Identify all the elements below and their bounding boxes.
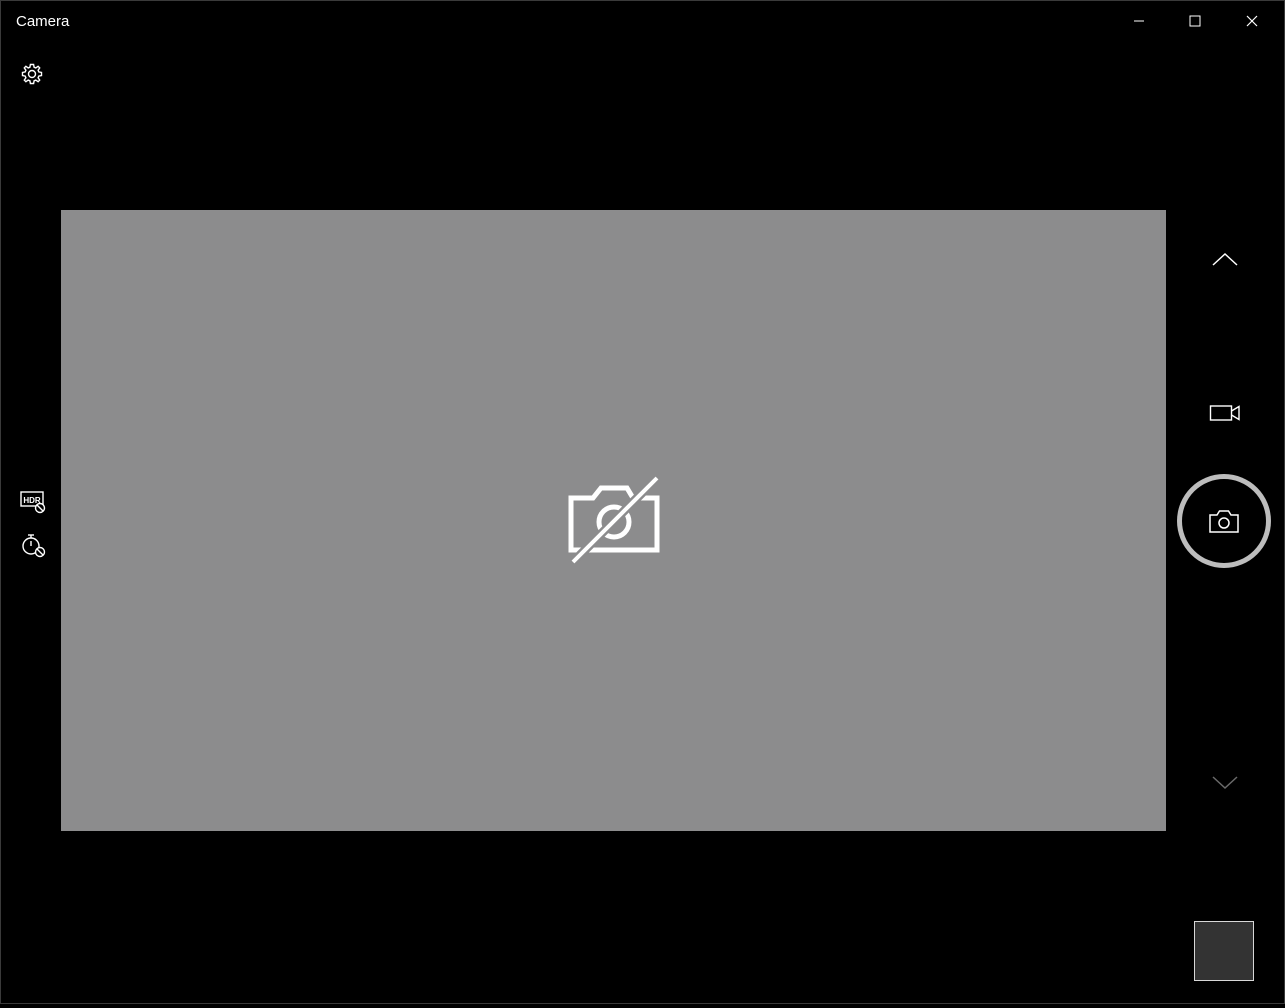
maximize-icon (1189, 15, 1201, 27)
settings-button[interactable] (15, 57, 49, 91)
video-camera-icon (1209, 405, 1240, 421)
title-bar: Camera (1, 1, 1284, 43)
camera-preview (61, 210, 1166, 831)
mode-down-button[interactable] (1197, 763, 1253, 803)
chevron-down-icon (1212, 776, 1238, 790)
close-icon (1246, 15, 1258, 27)
hdr-button[interactable]: HDR (17, 487, 49, 517)
camera-window: Camera HDR (0, 0, 1285, 1004)
app-title: Camera (16, 13, 70, 30)
mode-up-button[interactable] (1197, 239, 1253, 279)
last-photo-thumbnail[interactable] (1194, 921, 1254, 981)
timer-button[interactable] (17, 529, 49, 561)
take-photo-button[interactable] (1177, 474, 1271, 568)
maximize-button[interactable] (1167, 1, 1223, 41)
gear-icon (21, 63, 43, 85)
chevron-up-icon (1212, 252, 1238, 266)
minimize-button[interactable] (1111, 1, 1167, 41)
camera-off-icon (568, 476, 661, 566)
video-mode-button[interactable] (1197, 393, 1253, 433)
take-photo-inner (1182, 479, 1266, 563)
close-button[interactable] (1224, 1, 1280, 41)
minimize-icon (1134, 20, 1144, 22)
timer-off-icon (22, 534, 46, 558)
hdr-off-icon: HDR (20, 491, 46, 514)
camera-icon (1209, 510, 1239, 533)
